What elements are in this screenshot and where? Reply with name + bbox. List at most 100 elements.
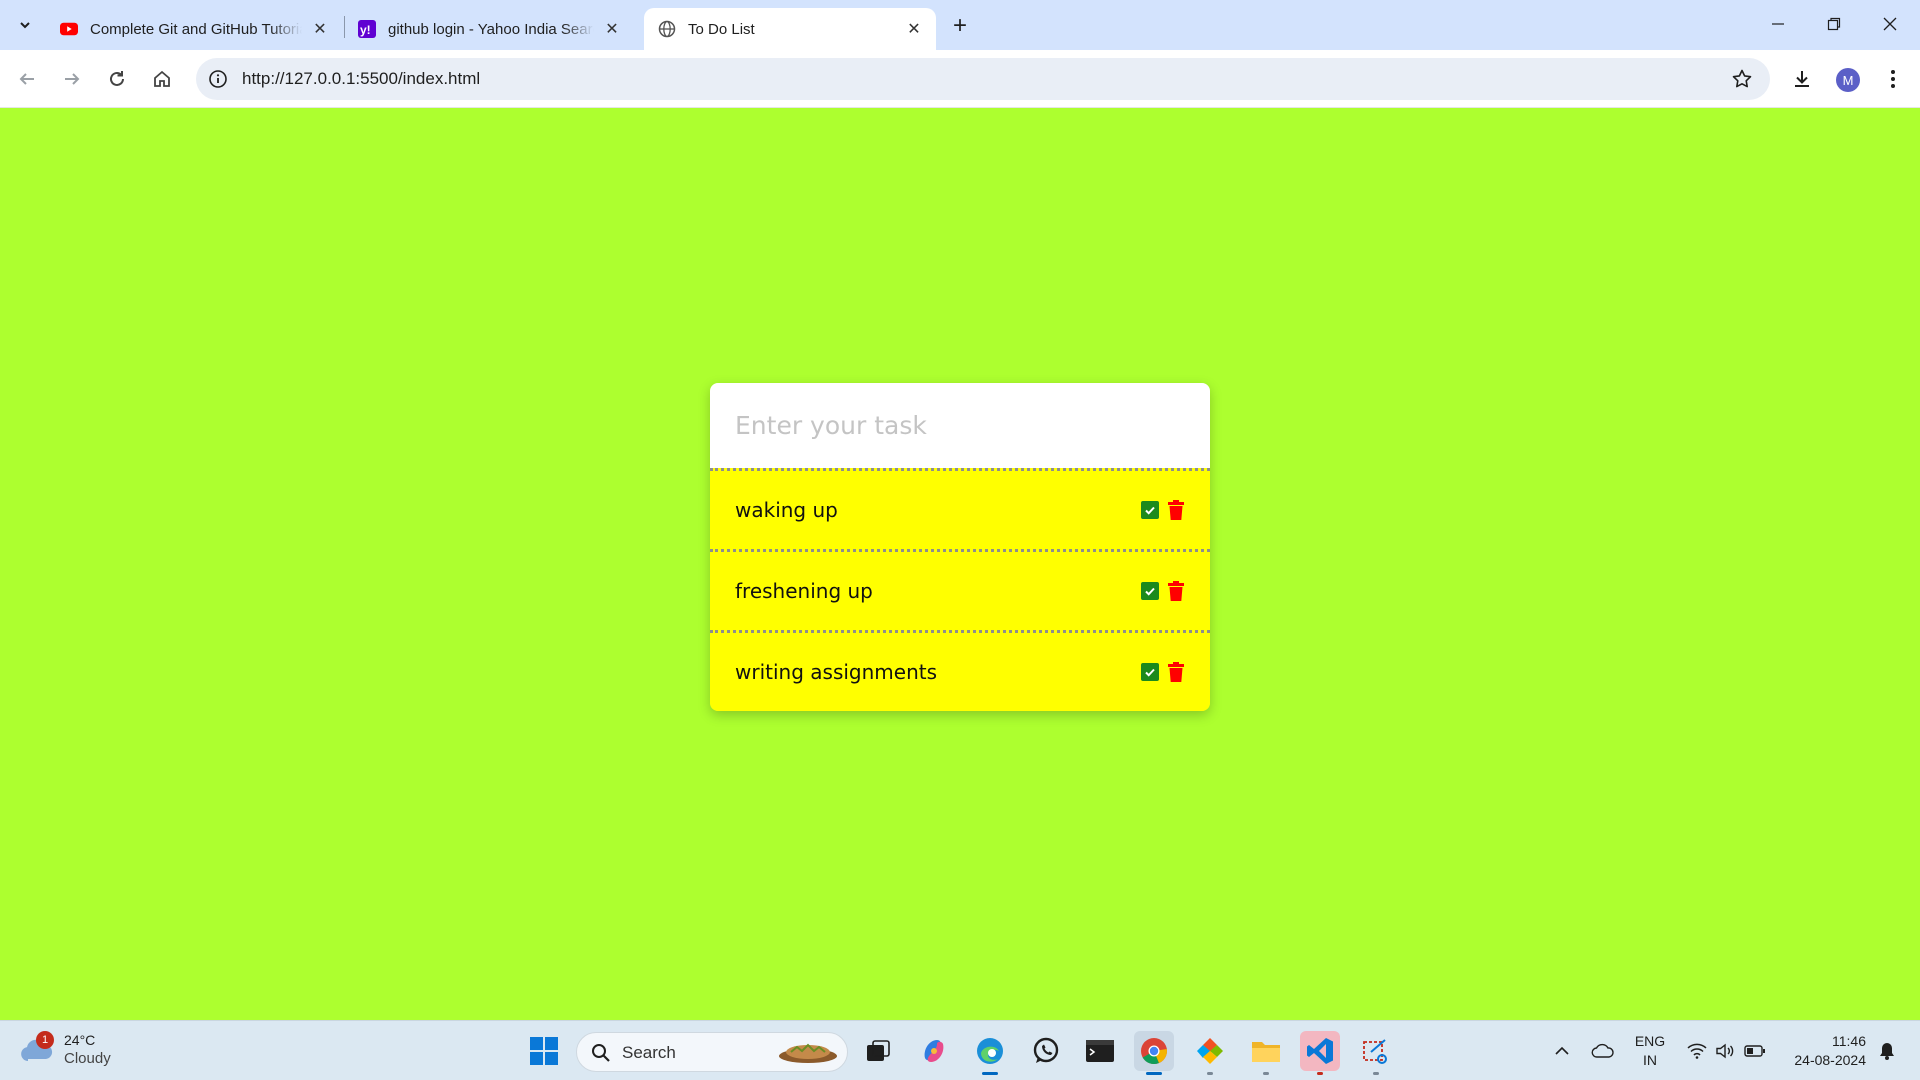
battery-status[interactable] <box>1742 1021 1768 1080</box>
task-view-icon <box>867 1040 890 1061</box>
running-indicator <box>1207 1072 1213 1075</box>
snipping-tool-app[interactable] <box>1356 1031 1396 1075</box>
home-icon <box>154 70 170 87</box>
close-icon[interactable]: ✕ <box>310 19 330 39</box>
task-input[interactable] <box>710 383 1210 468</box>
clock-time: 11:46 <box>1832 1033 1866 1049</box>
tab-todo-list[interactable]: To Do List ✕ <box>644 8 936 50</box>
show-hidden-icons-button[interactable] <box>1548 1021 1576 1080</box>
todo-card: waking up freshening up writing assignme… <box>710 383 1210 711</box>
speaker-icon <box>1716 1043 1734 1059</box>
trash-icon[interactable] <box>1167 581 1185 601</box>
forward-button[interactable] <box>55 62 89 96</box>
tab-yahoo[interactable]: y! github login - Yahoo India Search Res… <box>344 8 634 50</box>
chrome-app[interactable] <box>1134 1031 1174 1075</box>
terminal-app[interactable] <box>1080 1031 1120 1071</box>
reload-icon <box>110 71 124 86</box>
minimize-button[interactable] <box>1750 0 1806 48</box>
cloud-icon: 1 <box>20 1030 54 1063</box>
file-explorer-app[interactable] <box>1246 1031 1286 1075</box>
address-bar[interactable]: http://127.0.0.1:5500/index.html <box>196 58 1770 100</box>
todo-item: writing assignments <box>710 630 1210 711</box>
restore-button[interactable] <box>1806 0 1862 48</box>
notifications-button[interactable] <box>1872 1021 1902 1080</box>
snipping-tool-icon <box>1363 1039 1387 1064</box>
home-button[interactable] <box>145 62 179 96</box>
reload-button[interactable] <box>100 62 134 96</box>
check-square-icon[interactable] <box>1141 663 1159 681</box>
trash-icon[interactable] <box>1167 500 1185 520</box>
todo-item: freshening up <box>710 549 1210 630</box>
onedrive-cloud-icon <box>1591 1043 1614 1058</box>
close-icon[interactable]: ✕ <box>904 19 924 39</box>
search-label: Search <box>622 1043 676 1062</box>
todo-item-text: waking up <box>735 498 838 522</box>
kebab-menu-icon <box>1891 70 1895 88</box>
vscode-app[interactable] <box>1300 1031 1340 1075</box>
chevron-down-icon <box>20 22 30 29</box>
running-indicator <box>1373 1072 1379 1075</box>
new-tab-button[interactable]: + <box>946 12 974 40</box>
tab-youtube[interactable]: Complete Git and GitHub Tutorial ✕ <box>46 8 342 50</box>
taskbar-search[interactable]: Search <box>576 1032 848 1072</box>
svg-text:y!: y! <box>360 23 371 37</box>
bookmark-star-icon[interactable] <box>1730 67 1754 91</box>
language-code: ENG <box>1634 1033 1666 1049</box>
back-button[interactable] <box>10 62 44 96</box>
copilot-app[interactable] <box>914 1031 954 1071</box>
close-window-button[interactable] <box>1862 0 1918 48</box>
profile-avatar[interactable]: M <box>1836 68 1860 92</box>
wifi-icon <box>1687 1043 1707 1059</box>
bell-icon <box>1880 1043 1894 1060</box>
tab-title: Complete Git and GitHub Tutorial <box>90 20 302 38</box>
windows-logo-icon <box>530 1037 558 1065</box>
volume-status[interactable] <box>1712 1021 1738 1080</box>
trash-icon[interactable] <box>1167 662 1185 682</box>
tab-title: github login - Yahoo India Search Result… <box>388 20 594 38</box>
search-highlight-icon <box>779 1043 837 1063</box>
chrome-icon <box>1141 1038 1167 1065</box>
diamond-app-icon <box>1197 1038 1223 1064</box>
edge-app[interactable] <box>970 1031 1010 1075</box>
site-info-icon[interactable] <box>206 67 230 91</box>
browser-menu-button[interactable] <box>1876 62 1910 96</box>
todo-item-text: freshening up <box>735 579 873 603</box>
tab-search-button[interactable] <box>10 11 40 39</box>
input-language-indicator[interactable]: ENG IN <box>1632 1032 1668 1070</box>
whatsapp-app[interactable] <box>1026 1031 1066 1071</box>
terminal-icon <box>1086 1040 1114 1062</box>
task-view-button[interactable] <box>858 1031 898 1071</box>
weather-widget[interactable]: 1 24°C Cloudy <box>20 1030 111 1068</box>
wifi-status[interactable] <box>1684 1021 1710 1080</box>
system-clock[interactable]: 11:46 24-08-2024 <box>1780 1032 1866 1070</box>
notification-badge: 1 <box>36 1030 54 1049</box>
running-indicator <box>1263 1072 1269 1075</box>
downloads-button[interactable] <box>1785 62 1819 96</box>
arrow-right-icon <box>65 73 80 85</box>
region-code: IN <box>1643 1052 1657 1068</box>
url-text[interactable]: http://127.0.0.1:5500/index.html <box>242 69 480 89</box>
youtube-icon <box>60 20 78 38</box>
check-square-icon[interactable] <box>1141 501 1159 519</box>
arrow-left-icon <box>19 73 34 85</box>
close-icon <box>1883 17 1897 31</box>
onedrive-button[interactable] <box>1588 1021 1618 1080</box>
restore-icon <box>1827 17 1841 31</box>
search-icon <box>592 1044 610 1062</box>
battery-icon <box>1744 1045 1765 1057</box>
todo-item: waking up <box>710 468 1210 549</box>
check-square-icon[interactable] <box>1141 582 1159 600</box>
todo-item-text: writing assignments <box>735 660 938 684</box>
whatsapp-icon <box>1033 1037 1059 1063</box>
app-launcher[interactable] <box>1190 1031 1230 1075</box>
browser-toolbar: http://127.0.0.1:5500/index.html M <box>0 50 1920 108</box>
browser-tab-strip: Complete Git and GitHub Tutorial ✕ y! gi… <box>0 0 1920 50</box>
taskbar: 1 24°C Cloudy Search ENG IN 11:46 24-08-… <box>0 1020 1920 1080</box>
running-indicator <box>1146 1072 1162 1075</box>
clock-date: 24-08-2024 <box>1794 1052 1866 1068</box>
start-button[interactable] <box>524 1031 564 1071</box>
weather-condition: Cloudy <box>64 1050 111 1067</box>
edge-icon <box>977 1038 1003 1064</box>
folder-icon <box>1252 1042 1280 1062</box>
close-icon[interactable]: ✕ <box>602 19 622 39</box>
